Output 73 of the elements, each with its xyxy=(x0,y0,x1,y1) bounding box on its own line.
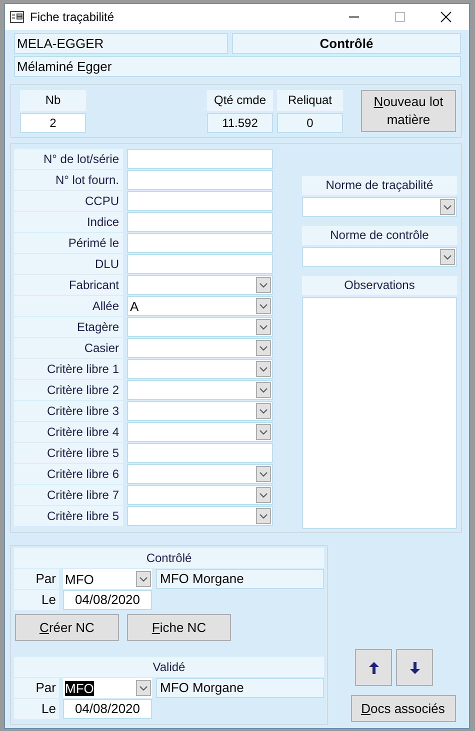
dropdown-field[interactable] xyxy=(127,338,273,358)
name-field: MFO Morgane xyxy=(156,678,324,698)
field-label: Critère libre 6 xyxy=(14,464,123,484)
dropdown-field[interactable] xyxy=(302,197,457,217)
dropdown-field[interactable] xyxy=(127,401,273,421)
dropdown-field[interactable]: MFO xyxy=(63,569,152,589)
field-label: Par xyxy=(14,678,59,698)
text-field[interactable] xyxy=(127,443,273,463)
text-field[interactable] xyxy=(127,191,273,211)
nb-field[interactable]: 2 xyxy=(20,113,86,133)
text-field[interactable] xyxy=(127,233,273,253)
field-label: Norme de traçabilité xyxy=(302,176,457,195)
field-label: Critère libre 1 xyxy=(14,359,123,379)
field-label: N° de lot/série xyxy=(14,149,123,169)
move-up-button[interactable] xyxy=(355,649,392,686)
remainder-field: 0 xyxy=(277,113,343,133)
column-label: Qté cmde xyxy=(207,90,273,111)
dropdown-field[interactable] xyxy=(127,422,273,442)
field-label: Critère libre 3 xyxy=(14,401,123,421)
field-label: Par xyxy=(14,569,59,589)
field-label: Etagère xyxy=(14,317,123,337)
text-field[interactable] xyxy=(127,212,273,232)
dropdown-field[interactable] xyxy=(127,464,273,484)
field-label: Périmé le xyxy=(14,233,123,253)
dropdown-field[interactable] xyxy=(127,506,273,526)
quantity-field: 11.592 xyxy=(207,113,273,133)
code-field: MELA-EGGER xyxy=(14,33,228,54)
window-title: Fiche traçabilité xyxy=(30,10,116,24)
dropdown-field[interactable] xyxy=(127,317,273,337)
status-field: Contrôlé xyxy=(232,33,461,54)
date-field[interactable]: 04/08/2020 xyxy=(63,590,152,610)
field-label: CCPU xyxy=(14,191,123,211)
observations-field[interactable] xyxy=(302,297,457,529)
field-label: Casier xyxy=(14,338,123,358)
text-field[interactable] xyxy=(127,149,273,169)
dropdown-field[interactable] xyxy=(127,275,273,295)
name-field: MFO Morgane xyxy=(156,569,324,589)
section-title: Validé xyxy=(14,657,324,677)
field-label: Critère libre 2 xyxy=(14,380,123,400)
field-label: Critère libre 5 xyxy=(14,506,123,526)
form-icon xyxy=(10,11,24,23)
field-label: Observations xyxy=(302,276,457,295)
column-label: Nb xyxy=(20,90,86,111)
field-label: Critère libre 7 xyxy=(14,485,123,505)
nc-button[interactable]: Fiche NC xyxy=(127,614,231,641)
field-label: Le xyxy=(14,699,59,719)
field-label: Allée xyxy=(14,296,123,316)
arrow-down-icon xyxy=(410,662,420,674)
new-lot-button[interactable]: Nouveau lot matière xyxy=(361,90,456,132)
arrow-up-icon xyxy=(368,662,378,674)
dropdown-field[interactable] xyxy=(127,359,273,379)
field-label: DLU xyxy=(14,254,123,274)
field-label: Critère libre 4 xyxy=(14,422,123,442)
dropdown-field[interactable] xyxy=(302,247,457,267)
field-label: Fabricant xyxy=(14,275,123,295)
field-label: N° lot fourn. xyxy=(14,170,123,190)
field-label: Norme de contrôle xyxy=(302,226,457,245)
move-down-button[interactable] xyxy=(396,649,433,686)
field-label: Indice xyxy=(14,212,123,232)
field-label: Critère libre 5 xyxy=(14,443,123,463)
text-field[interactable] xyxy=(127,170,273,190)
dropdown-field[interactable]: A xyxy=(127,296,273,316)
section-title: Contrôlé xyxy=(14,548,324,568)
dropdown-field[interactable] xyxy=(127,485,273,505)
dropdown-field[interactable]: MFO xyxy=(63,678,152,698)
designation-field: Mélaminé Egger xyxy=(14,56,461,77)
date-field[interactable]: 04/08/2020 xyxy=(63,699,152,719)
column-label: Reliquat xyxy=(277,90,343,111)
nc-button[interactable]: Créer NC xyxy=(15,614,119,641)
text-field[interactable] xyxy=(127,254,273,274)
documents-button[interactable]: Docs associés xyxy=(350,695,456,722)
field-label: Le xyxy=(14,590,59,610)
dropdown-field[interactable] xyxy=(127,380,273,400)
